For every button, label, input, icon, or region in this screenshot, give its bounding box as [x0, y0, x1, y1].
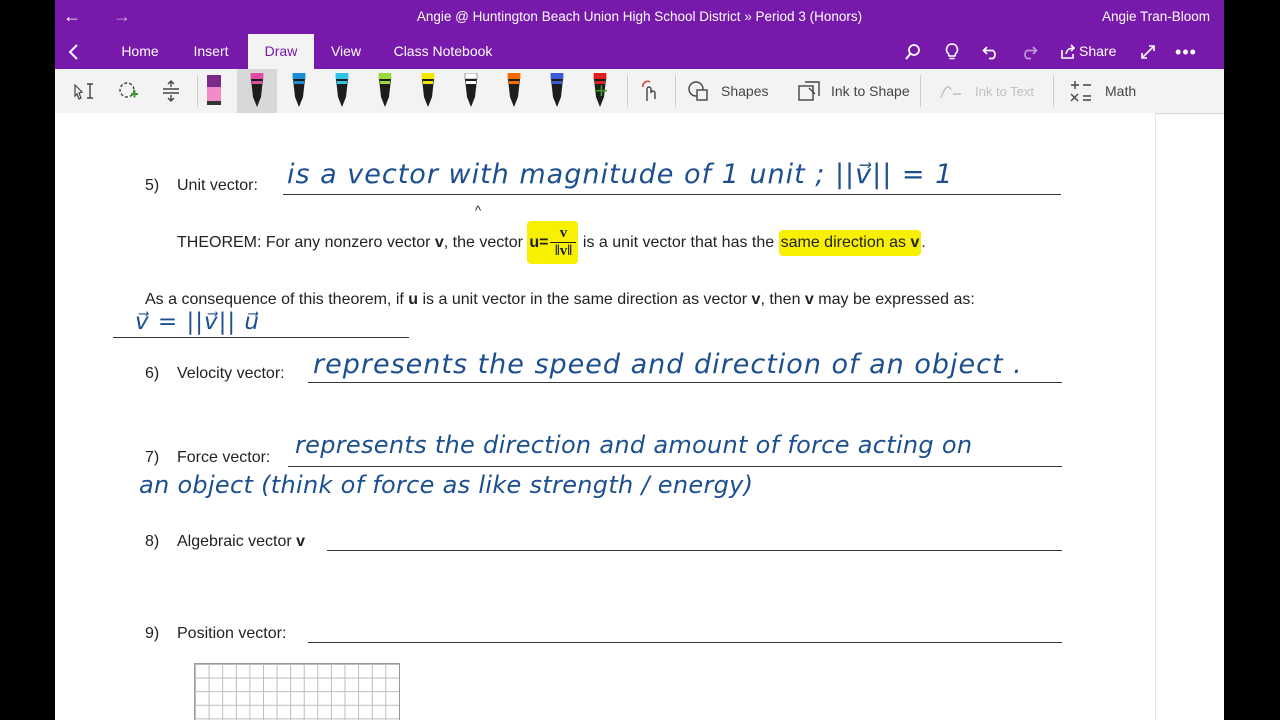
item-9-label: Position vector: — [177, 625, 287, 642]
theorem-end: . — [921, 233, 926, 251]
theorem-vector-v: v — [434, 233, 444, 251]
tab-view[interactable]: View — [321, 34, 371, 69]
pen-1-icon[interactable] — [237, 69, 277, 113]
shapes-button[interactable]: Shapes — [687, 69, 768, 113]
consequence-handwriting: v⃗ = ||v⃗|| u⃗ — [135, 309, 261, 335]
toolbar-divider — [197, 75, 198, 107]
item-5-label: Unit vector: — [177, 177, 258, 194]
theorem-hat: ^ — [475, 203, 482, 218]
fraction-numerator: v — [559, 225, 568, 241]
eraser-icon[interactable] — [203, 69, 225, 113]
coordinate-grid — [194, 663, 400, 720]
item-6-handwriting: represents the speed and direction of an… — [313, 349, 1023, 380]
share-button[interactable]: Share — [1079, 34, 1123, 69]
tab-insert[interactable]: Insert — [179, 34, 243, 69]
toolbar-divider — [1053, 75, 1054, 107]
search-icon[interactable] — [902, 41, 924, 63]
share-icon[interactable] — [1057, 41, 1079, 63]
lightbulb-icon[interactable] — [941, 41, 963, 63]
item-7-handwriting-line-2: an object (think of force as like streng… — [139, 471, 754, 499]
theorem-formula-highlight: u= v ‖v‖ — [527, 221, 579, 264]
user-name[interactable]: Angie Tran-Bloom — [1102, 9, 1210, 24]
redo-icon[interactable] — [1018, 41, 1040, 63]
pen-8-icon[interactable] — [546, 69, 568, 113]
tab-home[interactable]: Home — [107, 34, 173, 69]
draw-toolbar: + Shapes Ink to Shape Ink to Text Math — [55, 69, 1224, 114]
window-title: Angie @ Huntington Beach Union High Scho… — [416, 9, 863, 24]
theorem-prefix: THEOREM: For any nonzero vector — [177, 233, 435, 251]
item-5-number: 5) — [145, 177, 160, 194]
touch-drawing-icon[interactable] — [639, 69, 661, 113]
ink-to-shape-icon — [798, 81, 820, 101]
tab-draw[interactable]: Draw — [248, 34, 314, 69]
ribbon-tabs: Home Insert Draw View Class Notebook Sha… — [55, 34, 1224, 69]
theorem-highlight: same direction as v — [778, 229, 922, 256]
theorem-after: is a unit vector that has the — [578, 233, 779, 251]
back-chevron-icon[interactable] — [63, 41, 85, 63]
theorem-mid: , the vector — [443, 233, 528, 251]
item-6-answer-line — [308, 382, 1062, 383]
consequence-answer-line — [113, 337, 409, 338]
toolbar-divider — [675, 75, 676, 107]
lasso-select-icon[interactable] — [117, 69, 139, 113]
item-9-answer-line — [308, 642, 1062, 643]
consequence-line: As a consequence of this theorem, if u i… — [145, 291, 975, 308]
theorem-line: THEOREM: For any nonzero vector v , the … — [177, 221, 926, 264]
add-pen-icon[interactable]: + — [595, 69, 608, 113]
pen-2-icon[interactable] — [288, 69, 310, 113]
fraction-denominator: ‖v‖ — [554, 243, 573, 259]
item-7-handwriting-line-1: represents the direction and amount of f… — [295, 431, 973, 459]
type-tool-icon[interactable] — [73, 69, 95, 113]
item-7-answer-line — [288, 466, 1062, 467]
math-button[interactable]: Math — [1069, 69, 1136, 113]
undo-icon[interactable] — [980, 41, 1002, 63]
math-label: Math — [1105, 83, 1137, 99]
theorem-u-equals: u= — [529, 233, 549, 251]
title-bar: ← → Angie @ Huntington Beach Union High … — [55, 0, 1224, 34]
pen-6-icon[interactable] — [460, 69, 482, 113]
theorem-fraction: v ‖v‖ — [550, 225, 577, 260]
ink-to-text-label: Ink to Text — [975, 83, 1035, 99]
expand-icon[interactable] — [1137, 41, 1159, 63]
item-9-number: 9) — [145, 625, 160, 642]
theorem-vector-v2: v — [910, 233, 920, 251]
toolbar-divider — [627, 75, 628, 107]
onenote-window: ← → Angie @ Huntington Beach Union High … — [55, 0, 1224, 720]
math-icon — [1070, 81, 1091, 102]
shapes-icon — [688, 81, 708, 101]
shapes-label: Shapes — [721, 83, 769, 99]
item-8-number: 8) — [145, 533, 160, 550]
item-5-answer-line — [283, 194, 1061, 195]
item-8-label: Algebraic vector v — [177, 533, 306, 550]
ink-to-shape-label: Ink to Shape — [831, 83, 910, 99]
add-space-icon[interactable] — [161, 69, 181, 113]
pen-5-icon[interactable] — [417, 69, 439, 113]
item-6-number: 6) — [145, 365, 160, 382]
item-8-answer-line — [327, 550, 1062, 551]
ink-to-text-icon — [940, 86, 961, 99]
ink-to-text-button[interactable]: Ink to Text — [939, 69, 1034, 113]
tab-class-notebook[interactable]: Class Notebook — [387, 34, 499, 69]
ink-to-shape-button[interactable]: Ink to Shape — [797, 69, 910, 113]
more-options-icon[interactable]: ••• — [1175, 41, 1197, 63]
item-5-handwriting: is a vector with magnitude of 1 unit ; |… — [287, 159, 954, 190]
toolbar-divider — [920, 75, 921, 107]
item-7-label: Force vector: — [177, 449, 271, 466]
note-page[interactable]: 5) Unit vector: is a vector with magnitu… — [55, 113, 1156, 720]
item-7-number: 7) — [145, 449, 160, 466]
pen-4-icon[interactable] — [374, 69, 396, 113]
pen-7-icon[interactable] — [503, 69, 525, 113]
pen-3-icon[interactable] — [331, 69, 353, 113]
item-6-label: Velocity vector: — [177, 365, 285, 382]
